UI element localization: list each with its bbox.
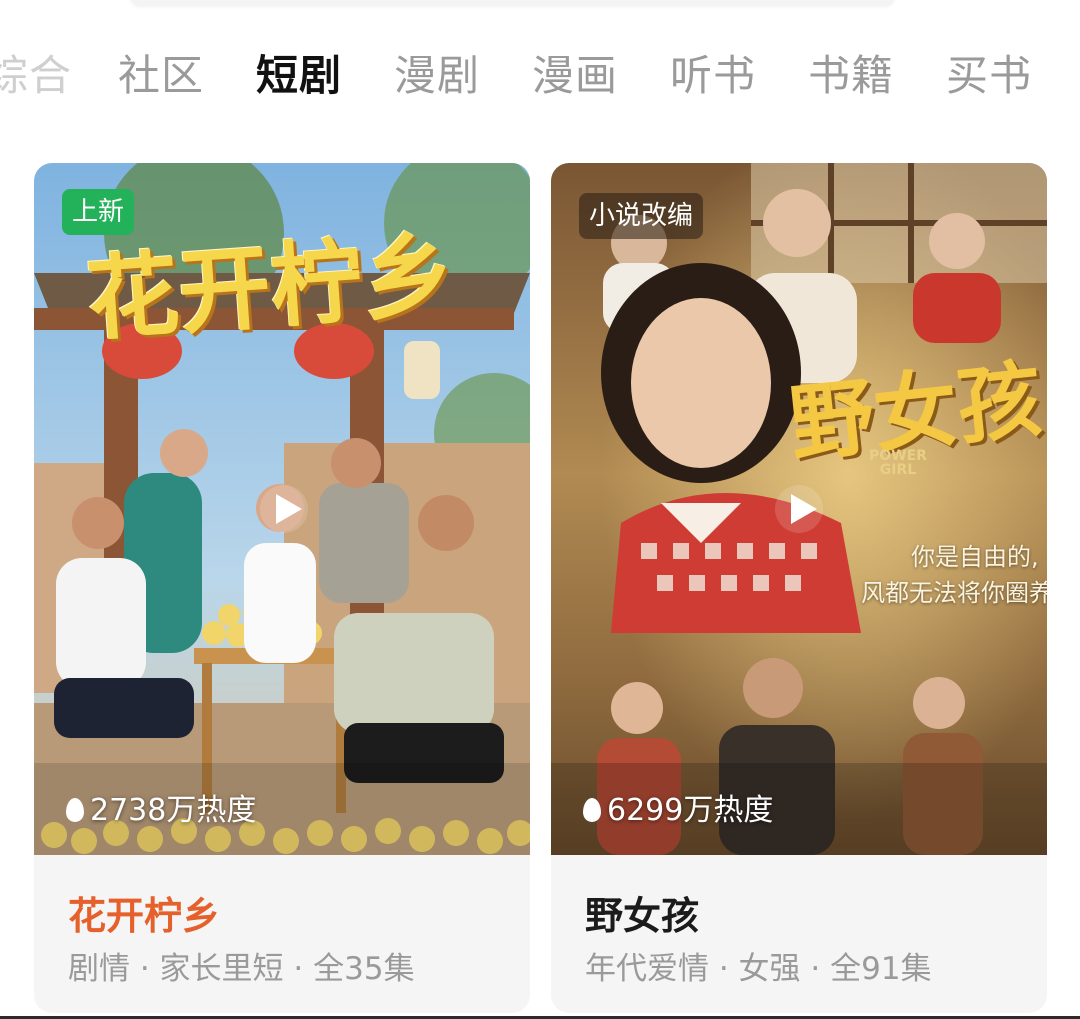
poster-title-art: 花开柠乡 [83,221,458,354]
drama-title[interactable]: 花开柠乡 [68,885,220,940]
tab-comics[interactable]: 漫画 [532,44,618,108]
drama-poster[interactable]: 小说改编 野女孩 POWER GIRL 你是自由的, 风都无法将你圈养 6299… [551,163,1047,855]
tab-short-drama[interactable]: 短剧 [256,44,342,108]
tab-general[interactable]: 综合 [0,44,72,108]
drama-title[interactable]: 野女孩 [585,885,699,940]
drama-poster[interactable]: 上新 花开柠乡 2738万热度 [34,163,530,855]
fire-icon [66,798,84,822]
heat-count: 2738万热度 [66,785,256,829]
search-bar-edge[interactable] [130,0,895,6]
tab-community[interactable]: 社区 [118,44,204,108]
drama-card[interactable]: 上新 花开柠乡 2738万热度 花开柠乡 剧情 · 家长里短 · 全35集 [34,163,530,1013]
drama-card[interactable]: 小说改编 野女孩 POWER GIRL 你是自由的, 风都无法将你圈养 6299… [551,163,1047,1013]
adaptation-badge: 小说改编 [579,193,704,239]
drama-meta: 年代爱情 · 女强 · 全91集 [585,951,932,987]
drama-meta: 剧情 · 家长里短 · 全35集 [68,951,415,987]
heat-count: 6299万热度 [583,785,773,829]
poster-slogan-line2: 风都无法将你圈养 [861,579,1047,607]
play-icon[interactable] [775,485,823,533]
tab-books[interactable]: 书籍 [808,44,894,108]
category-tabs: 综合 社区 短剧 漫剧 漫画 听书 书籍 买书 [0,44,1080,108]
tab-audiobook[interactable]: 听书 [670,44,756,108]
fire-icon [583,798,601,822]
play-icon[interactable] [260,485,308,533]
poster-subtitle: POWER GIRL [869,448,927,478]
tab-buy-books[interactable]: 买书 [946,44,1032,108]
tab-anime-drama[interactable]: 漫剧 [394,44,480,108]
poster-slogan-line1: 你是自由的, [911,543,1039,571]
